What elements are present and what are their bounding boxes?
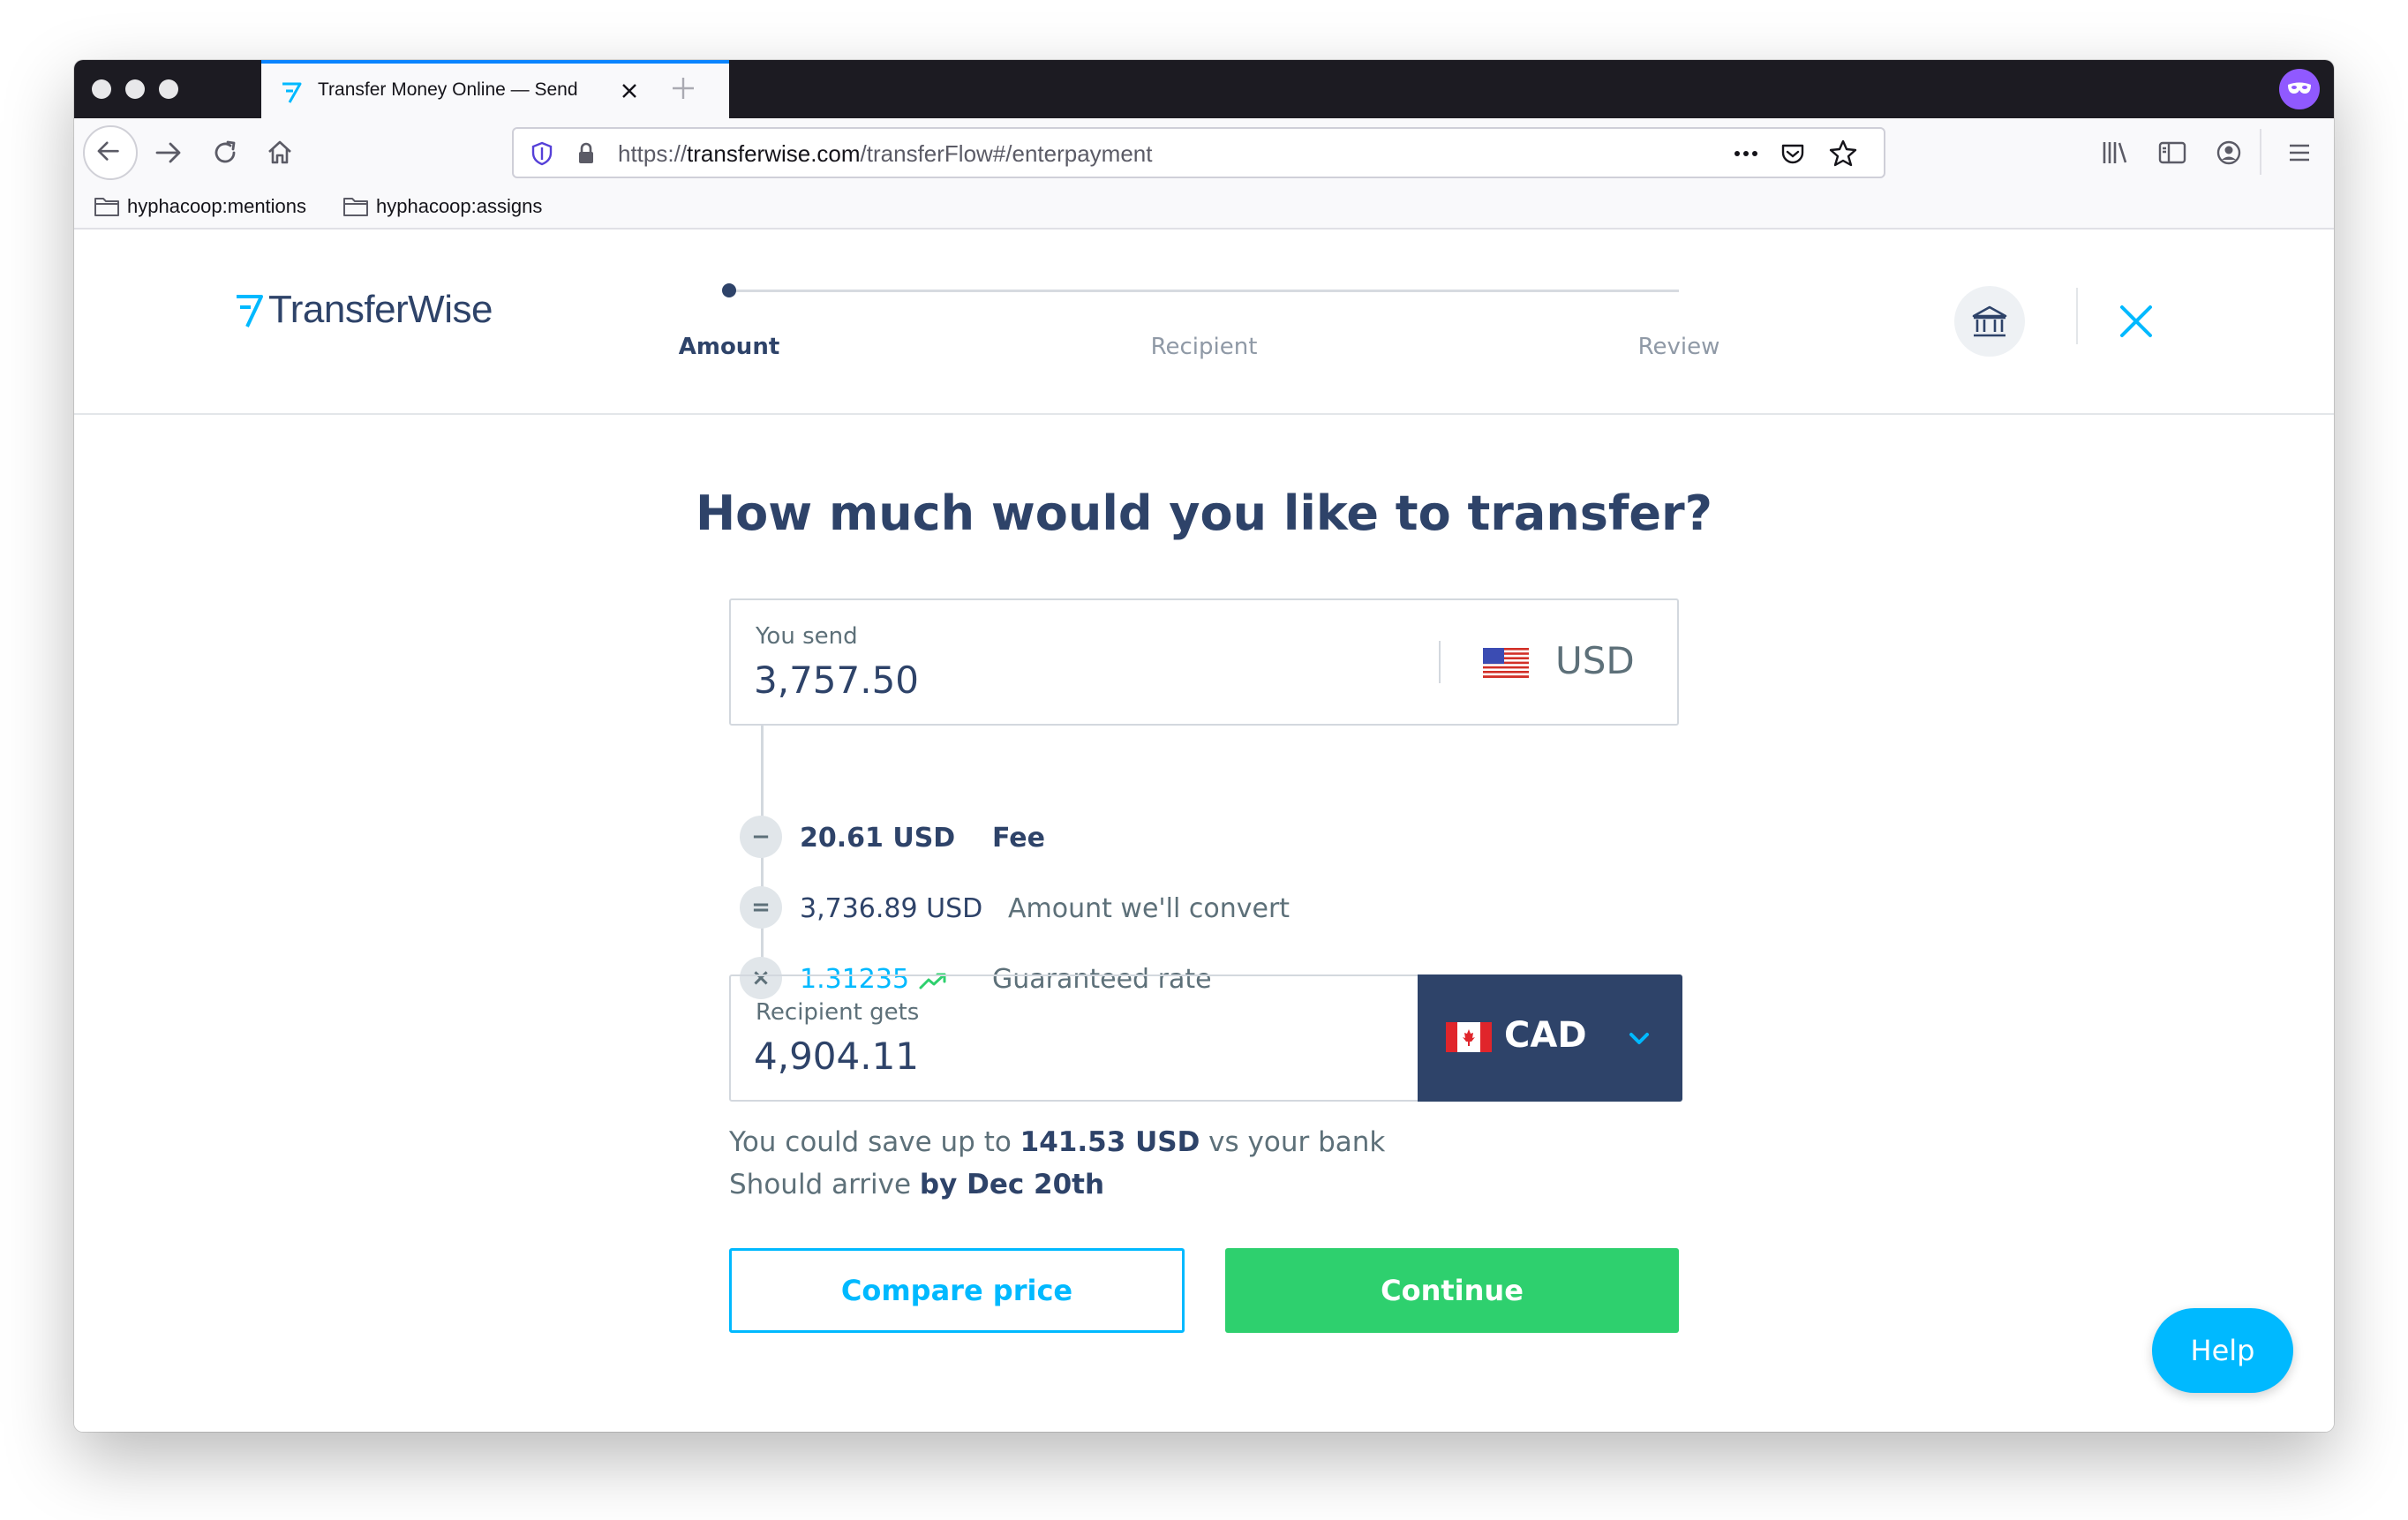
more-icon[interactable]	[1730, 139, 1762, 168]
window-minimize-dot[interactable]	[125, 79, 145, 99]
receive-amount-field[interactable]: Recipient gets 4,904.11 CAD	[729, 974, 1682, 1102]
back-arrow-icon	[97, 141, 119, 161]
browser-window: Transfer Money Online — Send https://tra…	[74, 60, 2334, 1432]
send-divider	[1439, 641, 1441, 683]
step-amount: Amount	[678, 334, 780, 360]
us-flag-icon	[1483, 648, 1529, 678]
new-tab-icon[interactable]	[667, 72, 699, 104]
private-mask-icon[interactable]	[2279, 69, 2320, 109]
transferwise-flag-icon	[237, 295, 263, 327]
arrival-date: by Dec 20th	[919, 1169, 1105, 1200]
arrival-note: Should arrive by Dec 20th	[729, 1169, 1104, 1200]
account-icon[interactable]	[2209, 132, 2249, 173]
bookmarks-toolbar: hyphacoop:mentions hyphacoop:assigns	[74, 187, 2334, 230]
send-currency[interactable]: USD	[1555, 639, 1635, 682]
header-divider	[2076, 288, 2078, 344]
compare-price-button[interactable]: Compare price	[729, 1248, 1185, 1333]
transferwise-favicon-icon	[282, 82, 302, 103]
progress-track	[729, 290, 1679, 292]
step-review: Review	[1637, 334, 1720, 360]
url-domain: transferwise.com	[687, 140, 861, 167]
sidebar-icon[interactable]	[2152, 132, 2193, 173]
tab-close-icon[interactable]	[614, 76, 644, 106]
bookmark-label: hyphacoop:mentions	[127, 195, 307, 217]
arrival-prefix: Should arrive	[729, 1169, 920, 1200]
folder-icon	[343, 198, 368, 216]
send-amount-input[interactable]: 3,757.50	[754, 658, 919, 702]
minus-icon: −	[740, 816, 782, 858]
url-scheme: https://	[618, 140, 688, 167]
folder-icon	[94, 198, 119, 216]
flow-header: TransferWise Amount Recipient Review	[74, 230, 2334, 415]
send-label: You send	[756, 623, 858, 650]
url-text[interactable]: https://transferwise.com/transferFlow#/e…	[618, 140, 1152, 168]
step-recipient: Recipient	[1150, 334, 1258, 360]
logo-text: TransferWise	[268, 288, 493, 331]
send-amount-field[interactable]: You send 3,757.50 USD	[729, 598, 1679, 726]
tab-bar: Transfer Money Online — Send	[74, 60, 2334, 118]
url-bar[interactable]: https://transferwise.com/transferFlow#/e…	[512, 127, 1885, 178]
url-path: /transferFlow#/enterpayment	[860, 140, 1153, 167]
lock-icon[interactable]	[572, 139, 600, 168]
bookmark-folder-assigns[interactable]: hyphacoop:assigns	[342, 192, 542, 221]
continue-button[interactable]: Continue	[1225, 1248, 1679, 1333]
savings-suffix: vs your bank	[1200, 1126, 1386, 1158]
shield-icon[interactable]	[528, 139, 556, 168]
home-icon[interactable]	[260, 132, 300, 173]
savings-amount: 141.53 USD	[1020, 1126, 1200, 1158]
receive-label: Recipient gets	[756, 999, 920, 1026]
star-icon[interactable]	[1827, 138, 1859, 169]
fee-amount: 20.61 USD	[800, 823, 956, 854]
reload-icon[interactable]	[205, 132, 245, 173]
transferwise-logo[interactable]: TransferWise	[233, 288, 493, 332]
receive-currency-select[interactable]: CAD	[1418, 974, 1682, 1102]
fee-row: − 20.61 USD Fee	[740, 816, 1045, 858]
tab-title: Transfer Money Online — Send	[318, 79, 578, 100]
window-zoom-dot[interactable]	[159, 79, 178, 99]
canada-flag-icon	[1446, 1022, 1492, 1052]
library-icon[interactable]	[2096, 132, 2136, 173]
receive-currency: CAD	[1504, 1015, 1587, 1056]
convert-label: Amount we'll convert	[1008, 893, 1291, 924]
convert-amount: 3,736.89 USD	[800, 893, 983, 924]
menu-icon[interactable]	[2279, 132, 2320, 173]
close-icon[interactable]	[2113, 298, 2159, 344]
convert-row: = 3,736.89 USD Amount we'll convert	[740, 886, 1290, 929]
savings-note: You could save up to 141.53 USD vs your …	[729, 1126, 1385, 1158]
bank-button[interactable]	[1954, 286, 2025, 357]
page-title: How much would you like to transfer?	[695, 485, 1713, 541]
page-content: TransferWise Amount Recipient Review How…	[74, 230, 2334, 1432]
bank-icon	[1972, 305, 2007, 337]
help-button[interactable]: Help	[2152, 1308, 2293, 1393]
receive-amount-input[interactable]: 4,904.11	[754, 1035, 919, 1078]
progress-indicator	[722, 283, 736, 297]
window-close-dot[interactable]	[92, 79, 111, 99]
navigation-toolbar: https://transferwise.com/transferFlow#/e…	[74, 118, 2334, 187]
bookmark-label: hyphacoop:assigns	[376, 195, 543, 217]
bookmark-folder-mentions[interactable]: hyphacoop:mentions	[94, 192, 306, 221]
forward-arrow-icon[interactable]	[148, 132, 189, 173]
back-button[interactable]	[83, 125, 138, 180]
equals-icon: =	[740, 886, 782, 929]
savings-prefix: You could save up to	[729, 1126, 1020, 1158]
chevron-down-icon	[1629, 1033, 1649, 1044]
fee-label: Fee	[992, 823, 1045, 854]
toolbar-divider	[2260, 129, 2261, 175]
tab-transferwise[interactable]: Transfer Money Online — Send	[261, 60, 729, 118]
pocket-icon[interactable]	[1778, 139, 1808, 168]
